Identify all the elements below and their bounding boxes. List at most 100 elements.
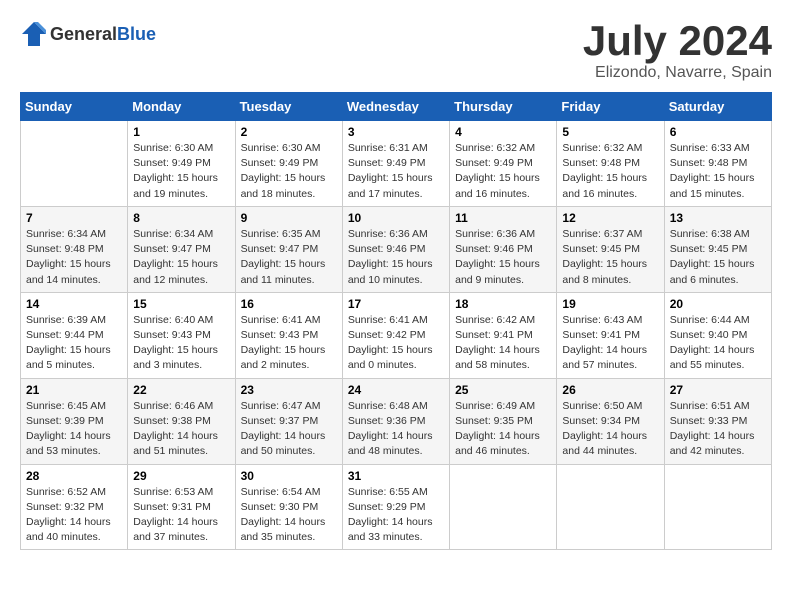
- calendar-cell: 9 Sunrise: 6:35 AM Sunset: 9:47 PM Daylig…: [235, 206, 342, 292]
- logo-blue: Blue: [117, 24, 156, 44]
- day-info: Sunrise: 6:44 AM Sunset: 9:40 PM Dayligh…: [670, 313, 766, 374]
- day-number: 19: [562, 297, 658, 311]
- calendar-cell: 24 Sunrise: 6:48 AM Sunset: 9:36 PM Dayli…: [342, 378, 449, 464]
- week-row-1: 1 Sunrise: 6:30 AM Sunset: 9:49 PM Daylig…: [21, 121, 772, 207]
- calendar-cell: 10 Sunrise: 6:36 AM Sunset: 9:46 PM Dayli…: [342, 206, 449, 292]
- calendar-cell: 22 Sunrise: 6:46 AM Sunset: 9:38 PM Dayli…: [128, 378, 235, 464]
- day-header-saturday: Saturday: [664, 93, 771, 121]
- calendar-cell: 29 Sunrise: 6:53 AM Sunset: 9:31 PM Dayli…: [128, 464, 235, 550]
- calendar-cell: 23 Sunrise: 6:47 AM Sunset: 9:37 PM Dayli…: [235, 378, 342, 464]
- day-info: Sunrise: 6:31 AM Sunset: 9:49 PM Dayligh…: [348, 141, 444, 202]
- day-number: 25: [455, 383, 551, 397]
- week-row-2: 7Sunrise: 6:34 AM Sunset: 9:48 PM Daylig…: [21, 206, 772, 292]
- day-info: Sunrise: 6:37 AM Sunset: 9:45 PM Dayligh…: [562, 227, 658, 288]
- day-header-thursday: Thursday: [450, 93, 557, 121]
- calendar-cell: 21 Sunrise: 6:45 AM Sunset: 9:39 PM Dayli…: [21, 378, 128, 464]
- day-number: 4: [455, 125, 551, 139]
- day-info: Sunrise: 6:43 AM Sunset: 9:41 PM Dayligh…: [562, 313, 658, 374]
- day-number: 28: [26, 469, 122, 483]
- day-info: Sunrise: 6:46 AM Sunset: 9:38 PM Dayligh…: [133, 399, 229, 460]
- logo: GeneralBlue: [20, 20, 156, 48]
- calendar-cell: 26 Sunrise: 6:50 AM Sunset: 9:34 PM Dayli…: [557, 378, 664, 464]
- day-number: 9: [241, 211, 337, 225]
- day-info: Sunrise: 6:39 AM Sunset: 9:44 PM Dayligh…: [26, 313, 122, 374]
- day-number: 23: [241, 383, 337, 397]
- calendar-cell: 6 Sunrise: 6:33 AM Sunset: 9:48 PM Daylig…: [664, 121, 771, 207]
- day-info: Sunrise: 6:41 AM Sunset: 9:42 PM Dayligh…: [348, 313, 444, 374]
- calendar-cell: 16Sunrise: 6:41 AM Sunset: 9:43 PM Dayli…: [235, 292, 342, 378]
- day-number: 14: [26, 297, 122, 311]
- calendar-cell: 2 Sunrise: 6:30 AM Sunset: 9:49 PM Daylig…: [235, 121, 342, 207]
- calendar-cell: 27 Sunrise: 6:51 AM Sunset: 9:33 PM Dayli…: [664, 378, 771, 464]
- day-number: 3: [348, 125, 444, 139]
- day-info: Sunrise: 6:51 AM Sunset: 9:33 PM Dayligh…: [670, 399, 766, 460]
- day-number: 31: [348, 469, 444, 483]
- logo-text: GeneralBlue: [50, 24, 156, 45]
- day-info: Sunrise: 6:50 AM Sunset: 9:34 PM Dayligh…: [562, 399, 658, 460]
- day-number: 22: [133, 383, 229, 397]
- day-info: Sunrise: 6:36 AM Sunset: 9:46 PM Dayligh…: [348, 227, 444, 288]
- calendar-cell: [557, 464, 664, 550]
- day-info: Sunrise: 6:49 AM Sunset: 9:35 PM Dayligh…: [455, 399, 551, 460]
- day-number: 6: [670, 125, 766, 139]
- calendar-cell: [21, 121, 128, 207]
- day-info: Sunrise: 6:30 AM Sunset: 9:49 PM Dayligh…: [133, 141, 229, 202]
- day-number: 12: [562, 211, 658, 225]
- day-info: Sunrise: 6:40 AM Sunset: 9:43 PM Dayligh…: [133, 313, 229, 374]
- day-number: 18: [455, 297, 551, 311]
- day-info: Sunrise: 6:34 AM Sunset: 9:47 PM Dayligh…: [133, 227, 229, 288]
- calendar-cell: 18 Sunrise: 6:42 AM Sunset: 9:41 PM Dayli…: [450, 292, 557, 378]
- calendar-cell: 3 Sunrise: 6:31 AM Sunset: 9:49 PM Daylig…: [342, 121, 449, 207]
- day-info: Sunrise: 6:55 AM Sunset: 9:29 PM Dayligh…: [348, 485, 444, 546]
- day-number: 5: [562, 125, 658, 139]
- day-info: Sunrise: 6:32 AM Sunset: 9:49 PM Dayligh…: [455, 141, 551, 202]
- calendar-cell: 14 Sunrise: 6:39 AM Sunset: 9:44 PM Dayli…: [21, 292, 128, 378]
- calendar-cell: 1 Sunrise: 6:30 AM Sunset: 9:49 PM Daylig…: [128, 121, 235, 207]
- day-info: Sunrise: 6:35 AM Sunset: 9:47 PM Dayligh…: [241, 227, 337, 288]
- calendar-cell: 13Sunrise: 6:38 AM Sunset: 9:45 PM Dayli…: [664, 206, 771, 292]
- day-info: Sunrise: 6:48 AM Sunset: 9:36 PM Dayligh…: [348, 399, 444, 460]
- day-number: 15: [133, 297, 229, 311]
- calendar-cell: 7Sunrise: 6:34 AM Sunset: 9:48 PM Daylig…: [21, 206, 128, 292]
- day-info: Sunrise: 6:42 AM Sunset: 9:41 PM Dayligh…: [455, 313, 551, 374]
- title-area: July 2024 Elizondo, Navarre, Spain: [583, 20, 772, 82]
- day-number: 21: [26, 383, 122, 397]
- calendar-cell: 8Sunrise: 6:34 AM Sunset: 9:47 PM Daylig…: [128, 206, 235, 292]
- week-row-5: 28Sunrise: 6:52 AM Sunset: 9:32 PM Dayli…: [21, 464, 772, 550]
- day-header-monday: Monday: [128, 93, 235, 121]
- day-info: Sunrise: 6:45 AM Sunset: 9:39 PM Dayligh…: [26, 399, 122, 460]
- calendar-table: SundayMondayTuesdayWednesdayThursdayFrid…: [20, 92, 772, 550]
- page-header: GeneralBlue July 2024 Elizondo, Navarre,…: [20, 20, 772, 82]
- day-number: 10: [348, 211, 444, 225]
- day-info: Sunrise: 6:33 AM Sunset: 9:48 PM Dayligh…: [670, 141, 766, 202]
- day-info: Sunrise: 6:47 AM Sunset: 9:37 PM Dayligh…: [241, 399, 337, 460]
- day-number: 2: [241, 125, 337, 139]
- day-info: Sunrise: 6:53 AM Sunset: 9:31 PM Dayligh…: [133, 485, 229, 546]
- day-header-tuesday: Tuesday: [235, 93, 342, 121]
- calendar-cell: 31 Sunrise: 6:55 AM Sunset: 9:29 PM Dayli…: [342, 464, 449, 550]
- day-info: Sunrise: 6:36 AM Sunset: 9:46 PM Dayligh…: [455, 227, 551, 288]
- day-number: 30: [241, 469, 337, 483]
- calendar-cell: 4 Sunrise: 6:32 AM Sunset: 9:49 PM Daylig…: [450, 121, 557, 207]
- day-number: 20: [670, 297, 766, 311]
- calendar-cell: 12 Sunrise: 6:37 AM Sunset: 9:45 PM Dayli…: [557, 206, 664, 292]
- day-number: 11: [455, 211, 551, 225]
- logo-general: General: [50, 24, 117, 44]
- calendar-cell: [664, 464, 771, 550]
- calendar-cell: 17Sunrise: 6:41 AM Sunset: 9:42 PM Dayli…: [342, 292, 449, 378]
- day-number: 27: [670, 383, 766, 397]
- calendar-cell: 28Sunrise: 6:52 AM Sunset: 9:32 PM Dayli…: [21, 464, 128, 550]
- day-number: 24: [348, 383, 444, 397]
- logo-icon: [20, 20, 48, 48]
- calendar-cell: 30 Sunrise: 6:54 AM Sunset: 9:30 PM Dayli…: [235, 464, 342, 550]
- day-info: Sunrise: 6:38 AM Sunset: 9:45 PM Dayligh…: [670, 227, 766, 288]
- calendar-cell: 5 Sunrise: 6:32 AM Sunset: 9:48 PM Daylig…: [557, 121, 664, 207]
- day-number: 29: [133, 469, 229, 483]
- month-title: July 2024: [583, 20, 772, 62]
- day-info: Sunrise: 6:30 AM Sunset: 9:49 PM Dayligh…: [241, 141, 337, 202]
- day-info: Sunrise: 6:54 AM Sunset: 9:30 PM Dayligh…: [241, 485, 337, 546]
- day-header-sunday: Sunday: [21, 93, 128, 121]
- day-info: Sunrise: 6:32 AM Sunset: 9:48 PM Dayligh…: [562, 141, 658, 202]
- day-number: 26: [562, 383, 658, 397]
- day-number: 1: [133, 125, 229, 139]
